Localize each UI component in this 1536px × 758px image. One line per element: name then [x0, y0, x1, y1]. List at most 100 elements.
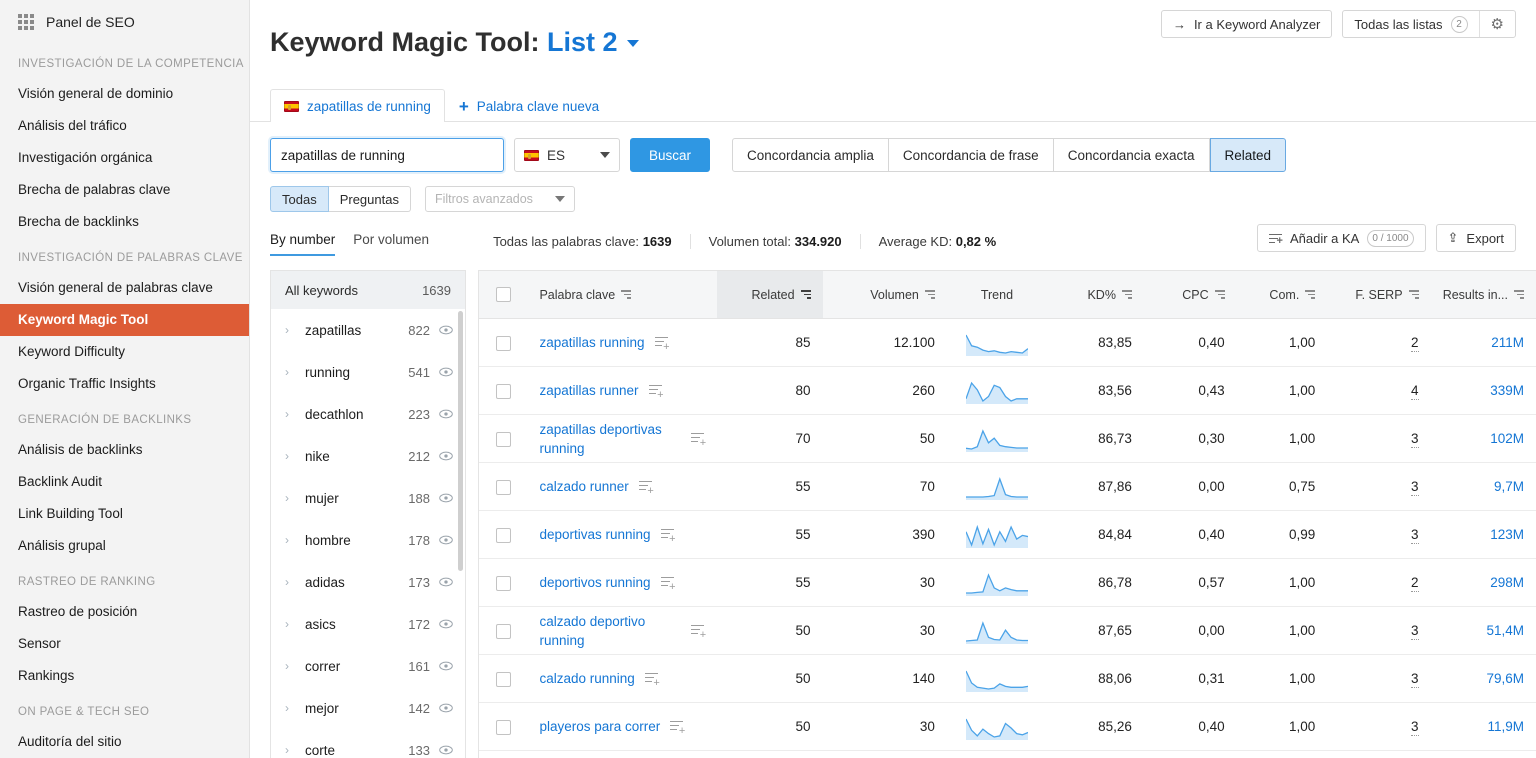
eye-icon[interactable] [439, 617, 453, 631]
sidebar-item-sensor[interactable]: Sensor [0, 628, 249, 660]
add-to-list-icon[interactable]: + [648, 384, 664, 400]
add-to-list-icon[interactable]: + [660, 528, 676, 544]
sidebar-item-link-building-tool[interactable]: Link Building Tool [0, 498, 249, 530]
column-header-results[interactable]: Results in... [1430, 270, 1536, 320]
sort-icon[interactable] [800, 290, 811, 299]
sort-icon[interactable] [924, 290, 935, 299]
advanced-filters-dropdown[interactable]: Filtros avanzados [424, 186, 575, 213]
sidebar-item-an-lisis-grupal[interactable]: Análisis grupal [0, 530, 249, 562]
keyword-link[interactable]: deportivas running [539, 525, 650, 544]
keyword-link[interactable]: zapatillas runner [539, 381, 638, 400]
add-to-ka-button[interactable]: + Añadir a KA 0 / 1000 [1256, 224, 1426, 253]
serp-features-value[interactable]: 3 [1411, 719, 1419, 737]
keyword-group-decathlon[interactable]: › decathlon 223 [271, 393, 465, 435]
eye-icon[interactable] [439, 491, 453, 505]
column-header-kd[interactable]: KD% [1046, 270, 1144, 320]
table-row[interactable]: zapatillas running +85 12.100 83,85 0,40 1,00… [479, 318, 1536, 368]
column-header-fserp[interactable]: F. SERP [1327, 270, 1431, 320]
tab-palabra-clave-nueva[interactable]: + Palabra clave nueva [445, 89, 613, 122]
table-row[interactable]: zapatillas deportivas running +70 50 86,73 0… [479, 414, 1536, 464]
eye-icon[interactable] [439, 407, 453, 421]
row-checkbox[interactable] [495, 719, 511, 735]
sidebar-item-rastreo-de-posici-n[interactable]: Rastreo de posición [0, 596, 249, 628]
eye-icon[interactable] [439, 575, 453, 589]
keyword-link[interactable]: calzado deportivo running [539, 612, 681, 650]
view-tab-por-volumen[interactable]: Por volumen [353, 232, 429, 256]
row-checkbox[interactable] [495, 671, 511, 687]
results-link[interactable]: 9,7M [1494, 479, 1524, 494]
serp-features-value[interactable]: 3 [1411, 527, 1419, 545]
filter-todas[interactable]: Todas [270, 186, 329, 213]
chevron-right-icon[interactable]: › [285, 365, 294, 379]
match-type-related[interactable]: Related [1209, 138, 1287, 173]
column-header-com[interactable]: Com. [1236, 270, 1328, 320]
sidebar-item-backlink-audit[interactable]: Backlink Audit [0, 466, 249, 498]
settings-button[interactable]: ⚙ [1478, 11, 1515, 37]
sidebar-item-auditor-a-del-sitio[interactable]: Auditoría del sitio [0, 726, 249, 758]
sidebar-item-visi-n-general-de-dominio[interactable]: Visión general de dominio [0, 78, 249, 110]
results-link[interactable]: 339M [1490, 383, 1524, 398]
sidebar-item-brecha-de-palabras-clave[interactable]: Brecha de palabras clave [0, 174, 249, 206]
language-select[interactable]: ES [514, 138, 620, 173]
sidebar-item-keyword-magic-tool[interactable]: Keyword Magic Tool [0, 304, 249, 336]
keyword-group-mujer[interactable]: › mujer 188 [271, 477, 465, 519]
results-link[interactable]: 51,4M [1486, 623, 1524, 638]
go-to-keyword-analyzer-button[interactable]: → Ir a Keyword Analyzer [1160, 10, 1333, 38]
row-checkbox[interactable] [495, 623, 511, 639]
sidebar-item-an-lisis-de-backlinks[interactable]: Análisis de backlinks [0, 434, 249, 466]
add-to-list-icon[interactable]: + [638, 480, 654, 496]
add-to-list-icon[interactable]: + [644, 672, 660, 688]
sort-icon[interactable] [621, 290, 632, 299]
chevron-right-icon[interactable]: › [285, 701, 294, 715]
column-header-volume[interactable]: Volumen [822, 270, 947, 320]
eye-icon[interactable] [439, 743, 453, 757]
serp-features-value[interactable]: 3 [1411, 479, 1419, 497]
keyword-groups-scrollbar[interactable] [458, 311, 463, 572]
row-checkbox[interactable] [495, 383, 511, 399]
chevron-right-icon[interactable]: › [285, 323, 294, 337]
add-to-list-icon[interactable]: + [670, 720, 685, 736]
results-link[interactable]: 123M [1490, 527, 1524, 542]
column-header-keyword[interactable]: Palabra clave [527, 270, 718, 320]
keyword-group-asics[interactable]: › asics 172 [271, 603, 465, 645]
chevron-right-icon[interactable]: › [285, 617, 294, 631]
add-to-list-icon[interactable]: + [691, 624, 706, 640]
row-checkbox[interactable] [495, 527, 511, 543]
sidebar-item-brecha-de-backlinks[interactable]: Brecha de backlinks [0, 206, 249, 238]
keyword-group-correr[interactable]: › correr 161 [271, 645, 465, 687]
keyword-link[interactable]: deportivos running [539, 573, 650, 592]
table-row[interactable]: calzado deportivo running +50 30 87,65 0,00 1… [479, 606, 1536, 656]
keyword-group-hombre[interactable]: › hombre 178 [271, 519, 465, 561]
results-link[interactable]: 11,9M [1487, 719, 1524, 734]
eye-icon[interactable] [439, 659, 453, 673]
eye-icon[interactable] [439, 449, 453, 463]
keyword-link[interactable]: zapatillas running [539, 333, 644, 352]
chevron-right-icon[interactable]: › [285, 659, 294, 673]
sidebar-item-investigaci-n-org-nica[interactable]: Investigación orgánica [0, 142, 249, 174]
chevron-right-icon[interactable]: › [285, 491, 294, 505]
results-link[interactable]: 298M [1490, 575, 1524, 590]
search-input[interactable] [270, 138, 504, 173]
table-row[interactable]: zapatillas runner +80 260 83,56 0,43 1,00 4 339… [479, 366, 1536, 416]
table-row[interactable]: deportivos running +55 30 86,78 0,57 1,00 2 298… [479, 558, 1536, 608]
row-checkbox[interactable] [495, 575, 511, 591]
sort-icon[interactable] [1514, 290, 1524, 299]
keyword-group-zapatillas[interactable]: › zapatillas 822 [271, 309, 465, 351]
keyword-group-nike[interactable]: › nike 212 [271, 435, 465, 477]
chevron-right-icon[interactable]: › [285, 743, 294, 757]
keyword-group-running[interactable]: › running 541 [271, 351, 465, 393]
keyword-link[interactable]: playeros para correr [539, 717, 660, 736]
row-checkbox[interactable] [495, 335, 511, 351]
row-checkbox[interactable] [495, 479, 511, 495]
sidebar-item-keyword-difficulty[interactable]: Keyword Difficulty [0, 336, 249, 368]
serp-features-value[interactable]: 4 [1411, 383, 1419, 401]
results-link[interactable]: 79,6M [1486, 671, 1524, 686]
keyword-group-mejor[interactable]: › mejor 142 [271, 687, 465, 729]
results-link[interactable]: 211M [1491, 335, 1524, 350]
sort-icon[interactable] [1121, 290, 1132, 299]
tab-zapatillas-de-running[interactable]: zapatillas de running [270, 89, 445, 123]
sidebar-item-organic-traffic-insights[interactable]: Organic Traffic Insights [0, 368, 249, 400]
table-row[interactable]: calzado runner +55 70 87,86 0,00 0,75 3 9,7M [479, 462, 1536, 512]
serp-features-value[interactable]: 3 [1411, 431, 1419, 449]
keyword-link[interactable]: zapatillas deportivas running [539, 420, 681, 458]
